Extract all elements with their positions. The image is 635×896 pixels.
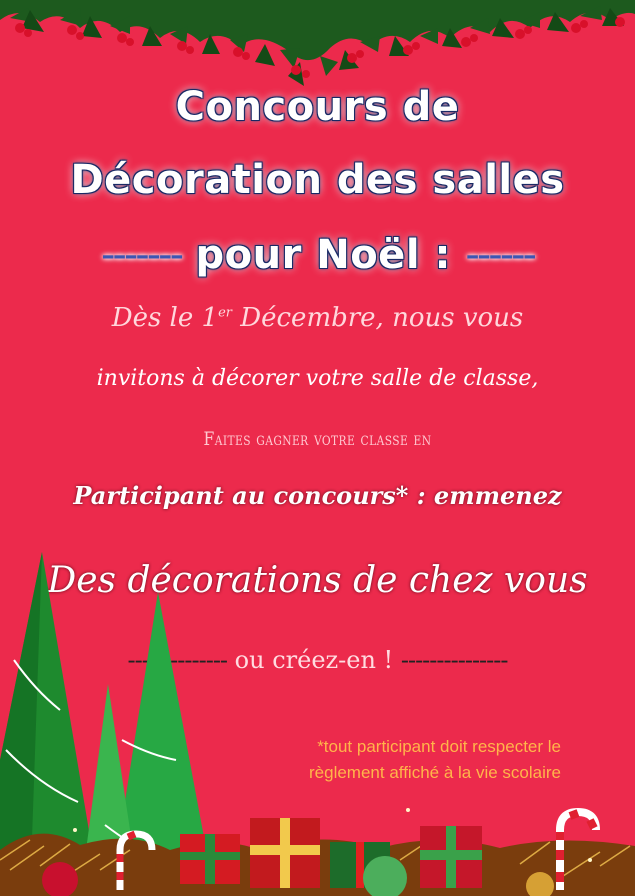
title-dash-left: ------- [101, 232, 184, 278]
body-line-2: invitons à décorer votre salle de classe… [96, 366, 539, 391]
poster: Concours de Décoration des salles ------… [0, 0, 635, 896]
body-dash-right: --------------- [400, 646, 509, 674]
body-line-3: Faites gagner votre classe en [203, 428, 432, 450]
holly-garland-icon [0, 0, 635, 86]
body-line-1-start: Dès le 1 [111, 303, 219, 333]
body-line-1: Dès le 1er Décembre, nous vous [0, 303, 635, 333]
title-line-3: ------- pour Noël : ------ [0, 232, 635, 278]
title-line-2: Décoration des salles [70, 157, 565, 203]
title-text-noel: pour Noël : [195, 232, 451, 278]
footnote-line-2: règlement affiché à la vie scolaire [309, 763, 561, 782]
body-line-1-sup: er [218, 305, 232, 321]
gift-boxes-icon [0, 807, 635, 896]
title-dash-right: ------ [465, 232, 537, 278]
title-line-1: Concours de [175, 84, 460, 130]
footnote-line-1: *tout participant doit respecter le [317, 737, 561, 756]
body-line-4: Participant au concours* : emmenez [73, 481, 562, 510]
body-line-6-text: ou créez-en ! [227, 646, 401, 674]
body-line-1-end: Décembre, nous vous [232, 303, 524, 333]
footnote: *tout participant doit respecter le règl… [309, 734, 561, 786]
